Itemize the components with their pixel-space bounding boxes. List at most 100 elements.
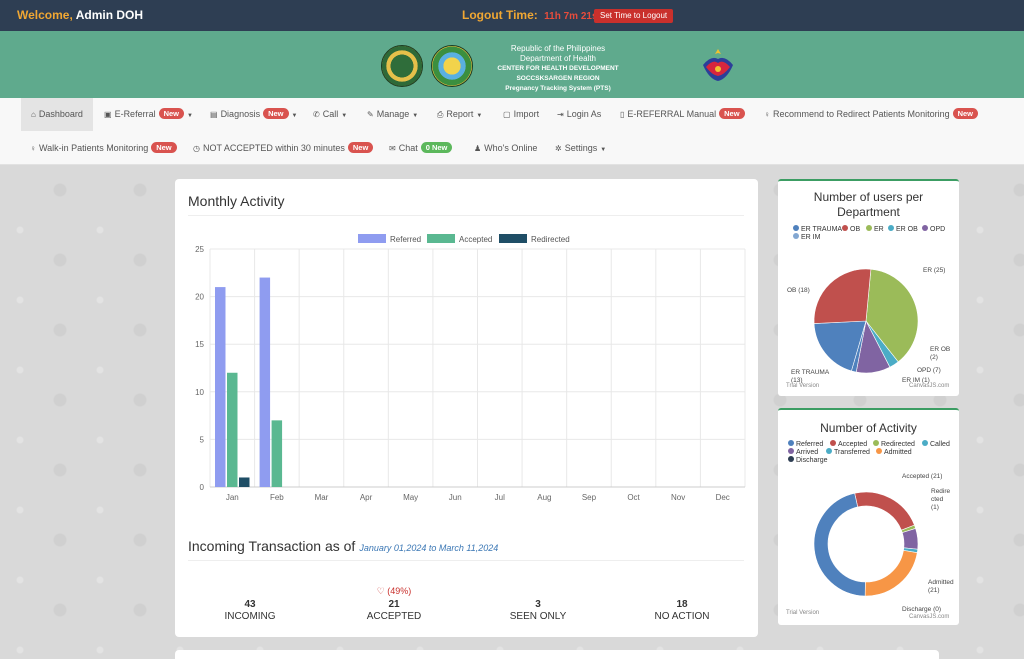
legend-dot [788, 440, 794, 446]
caret-down-icon: ▼ [291, 113, 298, 119]
welcome-text: Welcome, Admin DOH [17, 8, 143, 22]
number-of-activity-card: Number of Activity Referred Accepted Red… [778, 408, 959, 625]
slice-accepted[interactable] [854, 491, 915, 531]
banner-line3: CENTER FOR HEALTH DEVELOPMENT SOCCSKSARG… [497, 65, 619, 82]
incoming-title-text: Incoming Transaction as of [188, 538, 356, 554]
bar-referred-feb[interactable] [259, 277, 271, 487]
stat-seen-only-value: 3 [535, 599, 541, 610]
new-badge: New [719, 108, 745, 119]
nav-label: Settings [564, 143, 598, 153]
nav-label: E-Referral [114, 109, 156, 119]
diagnosis-icon: ▤ [210, 110, 218, 119]
caret-down-icon: ▼ [412, 113, 419, 119]
legend-label: Admitted [884, 449, 912, 456]
nav-settings[interactable]: ✲ Settings ▼ [555, 140, 606, 157]
stat-no-action-value: 18 [676, 599, 688, 610]
logout-time: Logout Time: 11h 7m 21s [462, 8, 598, 22]
header-banner: Republic of the Philippines Department o… [0, 31, 1024, 98]
y-tick-label: 15 [195, 340, 204, 349]
banner-line4: Pregnancy Tracking System (PTS) [505, 85, 611, 92]
stat-seen-only-label: SEEN ONLY [509, 611, 567, 622]
monthly-activity-bar-chart: 0 5 10 15 20 25 Jan Feb Mar Apr May Jun Jul Aug Sep Oct… [195, 245, 746, 502]
legend-er: ER [866, 225, 884, 233]
x-tick-label: Jul [495, 493, 505, 502]
legend-dot [793, 233, 799, 239]
clock-icon: ◷ [193, 144, 200, 153]
legend-label: Called [930, 441, 950, 448]
activity-chart-title: Number of Activity [820, 421, 917, 435]
bar-redirected-jan[interactable] [239, 477, 250, 487]
caret-down-icon: ▼ [600, 147, 607, 153]
bar-accepted-feb[interactable] [271, 420, 283, 487]
bar-accepted-jan[interactable] [227, 372, 238, 487]
x-tick-label: Aug [537, 493, 551, 502]
nav-not-accepted[interactable]: ◷ NOT ACCEPTED within 30 minutes New [193, 140, 374, 157]
legend-arrived: Arrived [788, 448, 818, 456]
bar-referred-jan[interactable] [215, 287, 226, 487]
nav-ereferral-manual[interactable]: ▯ E-REFERRAL Manual New [620, 106, 745, 123]
incoming-transaction-title: Incoming Transaction as of January 01,202… [188, 538, 498, 554]
user-icon: ♀ [30, 144, 36, 153]
legend-label: OPD [930, 226, 946, 233]
legend-dot [793, 225, 799, 231]
date-range: January 01,2024 to March 11,2024 [359, 543, 499, 553]
slice-referred[interactable] [813, 492, 866, 597]
nav-label: NOT ACCEPTED within 30 minutes [202, 143, 345, 153]
new-badge: New [952, 108, 979, 119]
pie-label-er: ER (25) [923, 267, 946, 274]
slice-admitted[interactable] [864, 550, 918, 597]
y-tick-label: 5 [200, 435, 205, 444]
nav-label: Recommend to Redirect Patients Monitorin… [773, 109, 950, 119]
nav-whos-online[interactable]: ♟ Who's Online [474, 140, 537, 157]
x-tick-label: Feb [270, 493, 284, 502]
legend-accepted: Accepted [830, 440, 867, 448]
nav-manage[interactable]: ✎ Manage ▼ [367, 106, 418, 123]
legend-called: Called [922, 440, 950, 448]
canvasjs-credit[interactable]: CanvasJS.com [909, 383, 949, 389]
nav-import[interactable]: ▢ Import [503, 106, 539, 123]
canvasjs-credit[interactable]: CanvasJS.com [909, 614, 949, 620]
legend-label: Redirected [881, 441, 915, 448]
nav-chat[interactable]: ✉ Chat 0 New [389, 140, 453, 157]
nav-report[interactable]: ⎙ Report ▼ [437, 106, 482, 123]
x-tick-label: Dec [716, 493, 730, 502]
nav-call[interactable]: ✆ Call ▼ [313, 106, 347, 123]
nav-ereferral[interactable]: ▣ E-Referral New ▼ [104, 106, 193, 123]
legend-dot [922, 225, 928, 231]
caret-down-icon: ▼ [476, 113, 483, 119]
legend-opd: OPD [922, 225, 945, 233]
legend-referred: Referred [788, 440, 823, 448]
nav-dashboard[interactable]: ⌂ Dashboard [21, 98, 93, 131]
slice-ob[interactable] [813, 268, 872, 324]
legend-dot [922, 440, 928, 446]
stat-accepted-label: ACCEPTED [366, 611, 422, 622]
nav-label: Chat [398, 143, 418, 153]
nav-walkin-monitoring[interactable]: ♀ Walk-in Patients Monitoring New [30, 140, 177, 157]
doughnut-label-accepted: Accepted (21) [902, 473, 943, 480]
legend-transferred: Transferred [826, 448, 870, 456]
legend-label: Transferred [834, 449, 870, 456]
legend-dot [866, 225, 872, 231]
user-icon: ♀ [764, 110, 770, 119]
pie-label-ob: OB (18) [787, 287, 810, 294]
nav-diagnosis[interactable]: ▤ Diagnosis New ▼ [210, 106, 297, 123]
nav-login-as[interactable]: ⇥ Login As [557, 106, 601, 123]
home-icon: ⌂ [31, 110, 36, 119]
top-bar: Welcome, Admin DOH Logout Time: 11h 7m 2… [0, 0, 1024, 31]
x-tick-label: Jan [226, 493, 239, 502]
chd-seal-logo [431, 45, 473, 87]
banner-line1: Republic of the Philippines [510, 44, 606, 53]
stat-no-action-label: NO ACTION [654, 611, 710, 622]
bagong-pilipinas-logo [703, 49, 733, 81]
chat-new-badge: 0 New [420, 142, 453, 153]
nav-recommend-redirect[interactable]: ♀ Recommend to Redirect Patients Monitori… [764, 106, 979, 123]
legend-redirected: Redirected [873, 440, 915, 448]
bottom-card [175, 650, 939, 659]
nav-label: Report [446, 109, 474, 119]
set-time-button[interactable]: Set Time to Logout [594, 9, 674, 23]
legend-label: ER [874, 226, 884, 233]
users-chart-title-line2: Department [837, 205, 900, 219]
new-badge: New [151, 142, 177, 153]
x-tick-label: Mar [315, 493, 329, 502]
wrench-icon: ✎ [367, 110, 374, 119]
